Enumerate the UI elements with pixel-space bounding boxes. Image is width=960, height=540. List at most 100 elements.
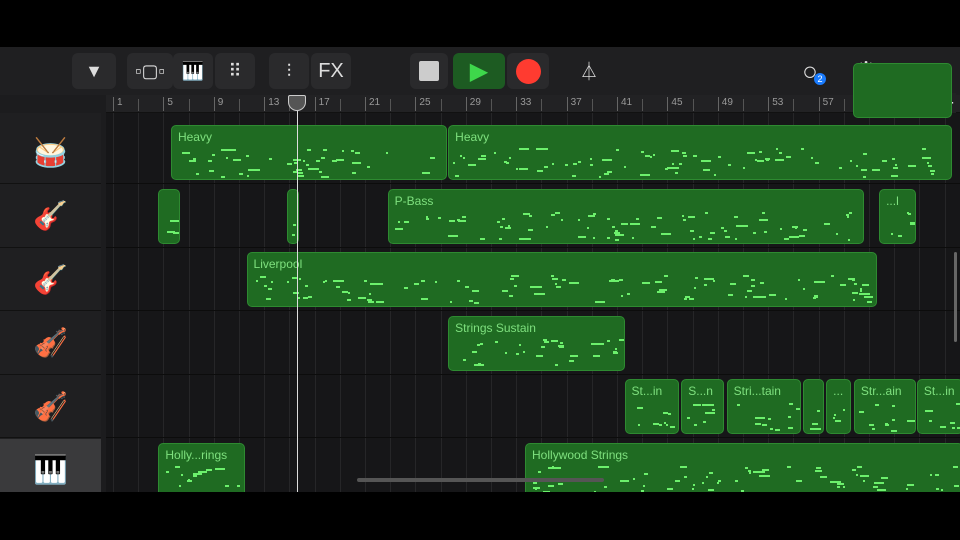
track-header[interactable]: 🥁 xyxy=(0,121,101,184)
loops-button[interactable]: ○ 2 xyxy=(788,53,832,89)
midi-note xyxy=(495,341,498,344)
midi-note xyxy=(873,486,878,489)
midi-region[interactable]: ...l xyxy=(879,188,916,244)
midi-note xyxy=(755,416,765,419)
midi-region[interactable]: S...n xyxy=(681,379,725,434)
midi-note xyxy=(736,225,749,228)
midi-region[interactable]: ... xyxy=(826,379,852,434)
midi-region[interactable] xyxy=(158,188,180,244)
region-label: Holly...rings xyxy=(165,447,228,462)
midi-note xyxy=(331,160,335,163)
midi-region[interactable]: Str...ain xyxy=(853,379,916,434)
track-lane[interactable]: Liverpool xyxy=(106,248,960,311)
midi-note xyxy=(297,296,301,299)
midi-note xyxy=(718,155,722,158)
midi-note xyxy=(692,404,702,407)
track-lane[interactable]: Heavy Heavy xyxy=(106,121,960,184)
midi-note xyxy=(501,290,508,293)
midi-note xyxy=(594,301,606,304)
play-button[interactable]: ▶ xyxy=(453,53,505,89)
ruler-subtick xyxy=(491,99,492,111)
midi-note xyxy=(734,215,738,218)
midi-note xyxy=(842,409,846,412)
ruler-bar-label: 37 xyxy=(566,97,582,111)
tracks-menu-button[interactable]: ▼ xyxy=(72,53,116,89)
midi-note xyxy=(834,420,842,423)
midi-note xyxy=(323,148,327,151)
midi-note xyxy=(717,480,721,483)
track-header[interactable]: 🎹 xyxy=(0,438,101,492)
mixer-button[interactable]: ⫶ xyxy=(269,53,309,89)
midi-region[interactable]: Liverpool xyxy=(246,252,877,307)
midi-note xyxy=(534,487,538,490)
ruler-bar-label: 13 xyxy=(264,97,279,111)
fx-button[interactable]: FX xyxy=(311,53,351,89)
midi-region[interactable]: St...in xyxy=(916,379,960,434)
midi-note xyxy=(692,484,696,487)
midi-note xyxy=(661,232,671,235)
midi-note xyxy=(420,297,429,300)
metronome-button[interactable]: ⏃ xyxy=(569,53,609,89)
midi-note xyxy=(598,175,601,178)
midi-region[interactable]: Heavy xyxy=(170,125,447,180)
midi-note xyxy=(169,219,179,222)
timeline-ruler[interactable]: 1591317212529333741454953576165+ xyxy=(106,93,960,114)
midi-region[interactable] xyxy=(853,63,952,118)
record-button[interactable] xyxy=(507,53,549,89)
horizontal-scrollbar[interactable] xyxy=(357,478,604,482)
midi-note xyxy=(548,484,554,487)
cello-icon: 🎻 xyxy=(33,390,68,422)
midi-note xyxy=(509,295,513,298)
midi-note xyxy=(775,158,785,161)
toolbar: ▼▫▢▫🎹⠿⫶FX▶⏃○2⚙ xyxy=(0,47,960,95)
track-lane[interactable]: St...in S...n Stri...tain... Str...ain St...… xyxy=(106,375,960,438)
midi-note xyxy=(693,287,696,290)
track-header[interactable]: 🎸 xyxy=(0,185,101,248)
midi-note xyxy=(766,159,770,162)
midi-note xyxy=(519,343,522,346)
midi-note xyxy=(256,280,259,283)
midi-region[interactable] xyxy=(803,379,824,434)
keyboard-button[interactable]: 🎹 xyxy=(173,53,213,89)
track-lane[interactable]: Holly...rings Hollywood Strings xyxy=(106,439,960,492)
midi-region[interactable]: Heavy xyxy=(448,125,953,180)
midi-note xyxy=(905,487,909,490)
midi-note xyxy=(662,411,668,414)
midi-region[interactable]: P-Bass xyxy=(387,188,864,244)
midi-note xyxy=(422,172,431,175)
track-lane[interactable]: Strings Sustain xyxy=(106,312,960,375)
tracks-view-button[interactable]: ▫▢▫ xyxy=(127,53,173,89)
vertical-scrollbar[interactable] xyxy=(954,252,957,342)
midi-note xyxy=(303,297,309,300)
track-lane[interactable]: P-Bass ...l xyxy=(106,185,960,248)
track-header[interactable]: 🎻 xyxy=(0,375,101,438)
bass-guitar-icon: 🎸 xyxy=(33,200,68,231)
midi-note xyxy=(704,411,716,414)
playhead[interactable] xyxy=(296,95,298,492)
stop-button[interactable] xyxy=(410,53,448,89)
midi-note xyxy=(859,289,863,292)
midi-note xyxy=(658,424,663,427)
midi-note xyxy=(727,293,733,296)
midi-note xyxy=(225,156,228,159)
ruler-bar-label: 45 xyxy=(667,97,683,111)
midi-note xyxy=(931,173,934,176)
midi-region[interactable]: Strings Sustain xyxy=(448,315,625,371)
midi-note xyxy=(551,277,559,280)
midi-note xyxy=(573,162,577,165)
midi-region[interactable]: Holly...rings xyxy=(158,442,246,492)
midi-note xyxy=(747,152,756,154)
midi-note xyxy=(687,215,696,218)
midi-note xyxy=(182,152,191,155)
track-header[interactable]: 🎻 xyxy=(0,312,101,375)
midi-note xyxy=(765,468,769,471)
midi-note xyxy=(654,281,663,284)
midi-region[interactable]: St...in xyxy=(624,379,679,434)
track-header[interactable]: 🎸 xyxy=(0,248,101,311)
midi-region[interactable]: Hollywood Strings xyxy=(525,442,960,492)
track-lanes[interactable]: Heavy Heavy P-Bass ...l Liverpool Strings Sus… xyxy=(106,63,960,492)
midi-note xyxy=(268,288,273,291)
midi-note xyxy=(892,419,896,422)
grid-button[interactable]: ⠿ xyxy=(215,53,255,89)
midi-region[interactable]: Stri...tain xyxy=(726,379,801,434)
